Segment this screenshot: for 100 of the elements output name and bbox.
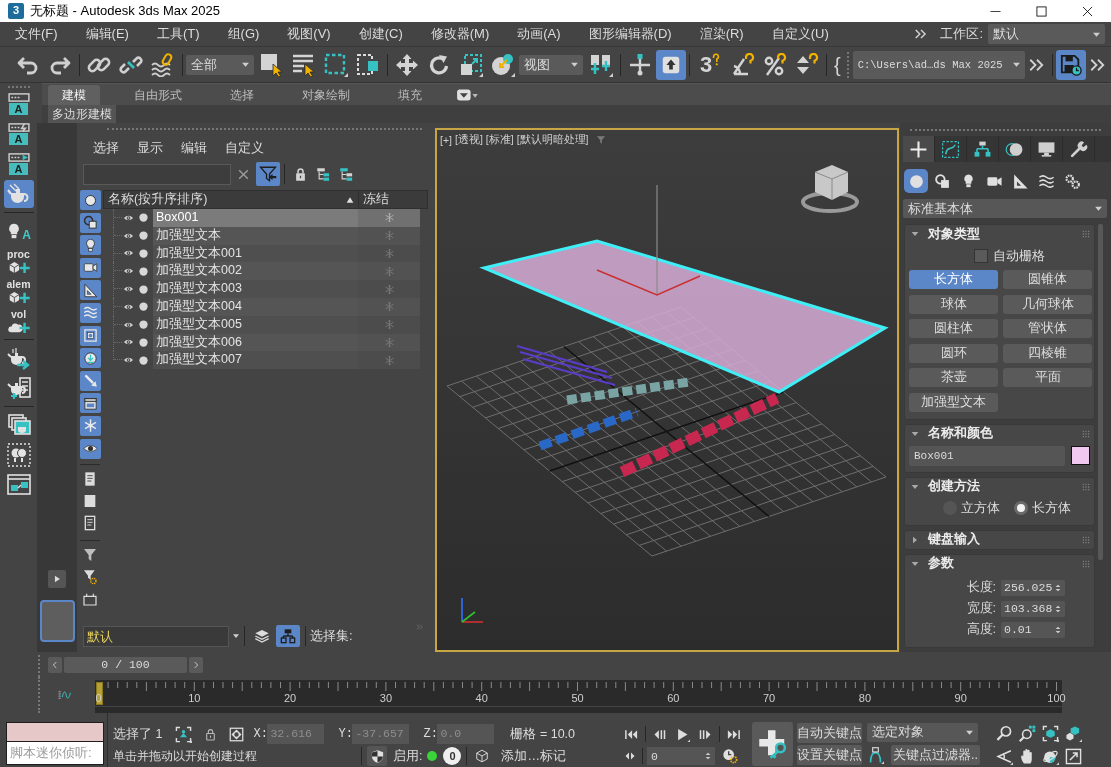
- list-cursor-icon[interactable]: [292, 52, 316, 77]
- number-field[interactable]: 0.01: [1001, 621, 1065, 638]
- angle-arc-icon[interactable]: [996, 748, 1013, 765]
- adaptive-degradation-button[interactable]: [367, 746, 387, 766]
- previous-frame-button[interactable]: [48, 656, 62, 673]
- cube-icon[interactable]: [475, 749, 490, 763]
- object-type-button[interactable]: 几何球体: [1003, 294, 1092, 314]
- display-filter-toggle[interactable]: [79, 415, 101, 436]
- ribbon-tab[interactable]: 建模: [48, 85, 100, 105]
- frame-field[interactable]: 0: [647, 747, 715, 765]
- auto-key-button[interactable]: 自动关键点: [797, 723, 862, 743]
- time-slider-thumb[interactable]: 0 / 100: [64, 656, 187, 673]
- spinner-arrows-icon[interactable]: [1054, 582, 1062, 593]
- selection-filter-dropdown[interactable]: 全部: [186, 54, 254, 75]
- filter-icon[interactable]: [595, 135, 606, 145]
- figure-brackets-icon[interactable]: [175, 725, 193, 743]
- set-key-mode-button[interactable]: 设置关键点: [797, 745, 862, 765]
- text-objects[interactable]: [516, 345, 780, 477]
- object-type-button[interactable]: 加强型文本: [909, 392, 998, 412]
- viewport-layout-button[interactable]: [39, 600, 75, 642]
- scale-icon[interactable]: [459, 52, 483, 77]
- sphere-ring-icon[interactable]: [1042, 748, 1059, 765]
- menu-item[interactable]: 工具(T): [142, 25, 214, 43]
- wave-curve-icon[interactable]: [58, 689, 71, 701]
- dot-icon[interactable]: [139, 337, 148, 347]
- play-icon[interactable]: [675, 726, 690, 742]
- display-filter-toggle[interactable]: [79, 393, 101, 414]
- close-icon[interactable]: [1082, 5, 1093, 17]
- menu-item[interactable]: 编辑(E): [71, 25, 143, 43]
- listener-output-field[interactable]: [6, 722, 104, 742]
- rollout-header[interactable]: 参数: [905, 554, 1094, 573]
- menu-item[interactable]: 创建(C): [344, 25, 417, 43]
- bracket-frame-icon[interactable]: [82, 591, 98, 608]
- dot-icon[interactable]: [139, 320, 148, 330]
- number-field[interactable]: 103.368: [1001, 600, 1065, 617]
- object-type-button[interactable]: 圆锥体: [1003, 270, 1092, 289]
- workspace-dropdown[interactable]: 默认: [988, 24, 1105, 44]
- category-button[interactable]: [904, 169, 928, 193]
- menu-item[interactable]: 视图(V): [273, 25, 345, 43]
- dot-icon[interactable]: [139, 249, 148, 258]
- set-key-button[interactable]: [752, 722, 793, 766]
- rollout-header[interactable]: 创建方法: [905, 477, 1094, 496]
- tree-icon[interactable]: [316, 166, 331, 182]
- menu-item[interactable]: 组(G): [213, 25, 274, 43]
- magnifier-squares-icon[interactable]: [1019, 725, 1036, 742]
- dot-icon[interactable]: [139, 213, 148, 223]
- dashed-square-fill-icon[interactable]: [356, 52, 380, 77]
- scrollbar-thumb[interactable]: [1098, 224, 1103, 560]
- dot-icon[interactable]: [139, 231, 148, 241]
- menu-item[interactable]: 修改器(M): [416, 25, 504, 43]
- object-name[interactable]: 加强型文本007: [153, 351, 358, 370]
- angle-hook-icon[interactable]: [731, 52, 755, 77]
- boxes-cross-icon[interactable]: [589, 52, 613, 77]
- snap-toggle-button[interactable]: 3: [697, 51, 723, 78]
- expand-button[interactable]: [48, 570, 66, 588]
- key-target-dropdown[interactable]: 选定对象: [867, 723, 978, 742]
- document-icon[interactable]: [82, 471, 98, 488]
- dot-icon[interactable]: [139, 355, 148, 365]
- message-count[interactable]: 0: [443, 747, 462, 765]
- display-filter-toggle[interactable]: [79, 212, 101, 233]
- color-swatch[interactable]: [1071, 446, 1090, 466]
- menu-item[interactable]: 自定义(U): [757, 25, 843, 43]
- viewport[interactable]: [+] [透视] [标准] [默认明暗处理]: [435, 128, 899, 652]
- double-chevron-icon[interactable]: [914, 27, 929, 41]
- clear-icon[interactable]: [237, 167, 250, 181]
- box-plane[interactable]: [479, 239, 889, 394]
- tool-button[interactable]: A: [3, 150, 34, 178]
- tool-button[interactable]: alem: [3, 277, 34, 305]
- object-name[interactable]: 加强型文本002: [153, 262, 358, 281]
- ribbon-tab[interactable]: 填充: [384, 85, 436, 105]
- dashed-rectangle-icon[interactable]: [324, 52, 348, 77]
- ribbon-tab[interactable]: 自由形式: [120, 85, 196, 105]
- dot-icon[interactable]: [139, 284, 148, 294]
- display-filter-toggle[interactable]: [79, 370, 101, 391]
- add-marker-link[interactable]: 添加…标记: [501, 747, 566, 765]
- view-cube-icon[interactable]: [801, 165, 859, 213]
- next-frame-button[interactable]: [189, 656, 203, 673]
- tool-button[interactable]: [3, 180, 34, 208]
- object-type-button[interactable]: 茶壶: [909, 368, 998, 388]
- checkbox[interactable]: [974, 249, 988, 263]
- tool-button[interactable]: A: [3, 120, 34, 148]
- ribbon-tab[interactable]: 对象绘制: [288, 85, 364, 105]
- object-type-button[interactable]: 管状体: [1003, 319, 1092, 339]
- menu-item[interactable]: 图形编辑器(D): [574, 25, 686, 43]
- menu-item[interactable]: 自定义: [216, 139, 273, 157]
- maximize-icon[interactable]: [1036, 5, 1047, 17]
- rollout-header[interactable]: 对象类型: [905, 225, 1094, 243]
- rollout-header[interactable]: 名称和颜色: [905, 424, 1094, 443]
- search-field[interactable]: [83, 163, 231, 185]
- arch-icon[interactable]: [867, 746, 884, 764]
- number-field[interactable]: 256.025: [1001, 579, 1065, 596]
- caret-down-icon[interactable]: [232, 632, 240, 640]
- object-type-button[interactable]: 圆环: [909, 343, 998, 363]
- menu-item[interactable]: 动画(A): [503, 25, 575, 43]
- display-filter-toggle[interactable]: [79, 190, 101, 210]
- coordinate-system-dropdown[interactable]: 视图: [519, 54, 583, 75]
- hierarchy-mode-button[interactable]: [276, 625, 300, 647]
- double-triangle-icon[interactable]: [624, 750, 636, 762]
- sphere-arrow-icon[interactable]: [491, 52, 515, 77]
- column-header[interactable]: 名称(按升序排序): [104, 191, 359, 208]
